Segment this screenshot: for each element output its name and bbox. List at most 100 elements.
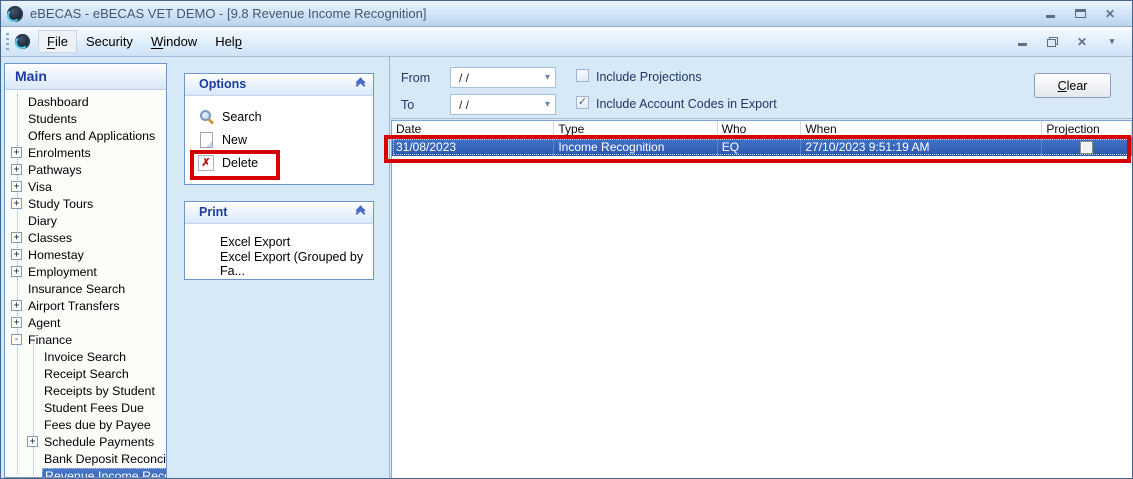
delete-button-label: Delete bbox=[222, 156, 258, 170]
expander-plus-icon[interactable]: + bbox=[11, 232, 22, 243]
minimize-icon bbox=[1018, 43, 1027, 46]
column-header-who[interactable]: Who bbox=[718, 121, 802, 137]
delete-button[interactable]: ✗Delete bbox=[185, 151, 373, 174]
collapse-chevron-icon[interactable] bbox=[355, 79, 365, 91]
expander-plus-icon[interactable]: + bbox=[27, 436, 38, 447]
sidebar-item-schedule-payments[interactable]: +Schedule Payments bbox=[5, 433, 166, 450]
options-items: Search New ✗Delete bbox=[185, 96, 373, 174]
search-button-label: Search bbox=[222, 110, 262, 124]
sidebar-item-dashboard[interactable]: Dashboard bbox=[5, 93, 166, 110]
to-label: To bbox=[401, 98, 414, 112]
expander-plus-icon[interactable]: + bbox=[11, 317, 22, 328]
print-items: Excel Export Excel Export (Grouped by Fa.… bbox=[185, 224, 373, 275]
tree-item-label: Employment bbox=[26, 264, 99, 280]
sidebar-item-fees-due-by-payee[interactable]: Fees due by Payee bbox=[5, 416, 166, 433]
include-projections-checkbox[interactable] bbox=[576, 69, 589, 82]
print-item-label: Excel Export bbox=[220, 235, 290, 249]
sidebar-item-diary[interactable]: Diary bbox=[5, 212, 166, 229]
mdi-restore-button[interactable] bbox=[1044, 35, 1060, 49]
clear-button-label: lear bbox=[1067, 79, 1088, 93]
print-panel-header[interactable]: Print bbox=[185, 202, 373, 224]
sidebar-item-finance[interactable]: -Finance bbox=[5, 331, 166, 348]
chevron-down-icon[interactable]: ▾ bbox=[545, 99, 555, 110]
projection-checkbox[interactable] bbox=[1080, 141, 1093, 154]
tree-item-label: Student Fees Due bbox=[42, 400, 146, 416]
sidebar-item-revenue-income-recogr[interactable]: Revenue Income Recogr bbox=[5, 467, 166, 477]
sidebar-item-employment[interactable]: + Employment bbox=[5, 263, 166, 280]
expander-plus-icon[interactable]: + bbox=[11, 266, 22, 277]
expander-plus-icon[interactable]: + bbox=[11, 198, 22, 209]
options-panel-title: Options bbox=[199, 77, 246, 91]
sidebar-item-visa[interactable]: +Visa bbox=[5, 178, 166, 195]
from-date-value: / / bbox=[459, 71, 469, 85]
include-account-codes-checkbox[interactable]: ✓ bbox=[576, 96, 589, 109]
mdi-close-button[interactable]: ✕ bbox=[1074, 35, 1090, 49]
window-title: eBECAS - eBECAS VET DEMO - [9.8 Revenue … bbox=[30, 6, 426, 21]
maximize-icon bbox=[1075, 9, 1086, 18]
cell-when: 27/10/2023 9:51:19 AM bbox=[801, 138, 1042, 156]
tree-item-label: Diary bbox=[26, 213, 59, 229]
include-projections-label: Include Projections bbox=[596, 70, 702, 84]
sidebar-item-enrolments[interactable]: + Enrolments bbox=[5, 144, 166, 161]
from-date-combobox[interactable]: / / ▾ bbox=[450, 67, 556, 88]
table-row[interactable]: 31/08/2023Income RecognitionEQ27/10/2023… bbox=[392, 138, 1132, 156]
sidebar-item-airport-transfers[interactable]: +Airport Transfers bbox=[5, 297, 166, 314]
new-button-label: New bbox=[222, 133, 247, 147]
toolbar-grip[interactable] bbox=[6, 33, 9, 51]
mdi-controls: ✕ ▾ bbox=[1014, 35, 1128, 49]
menu-item-file[interactable]: File bbox=[38, 30, 77, 53]
mdi-minimize-button[interactable] bbox=[1014, 35, 1030, 49]
chevron-down-icon[interactable]: ▾ bbox=[545, 72, 555, 83]
excel-export-grouped-by-fa-button[interactable]: Excel Export (Grouped by Fa... bbox=[185, 253, 373, 275]
expander-plus-icon[interactable]: + bbox=[11, 300, 22, 311]
sidebar-item-students[interactable]: Students bbox=[5, 110, 166, 127]
minimize-button[interactable] bbox=[1042, 7, 1058, 21]
tree-item-label: Students bbox=[26, 111, 79, 127]
tree-item-label: Classes bbox=[26, 230, 74, 246]
menu-item-window[interactable]: Window bbox=[142, 30, 206, 53]
maximize-button[interactable] bbox=[1072, 7, 1088, 21]
column-header-date[interactable]: Date bbox=[392, 121, 554, 137]
search-button[interactable]: Search bbox=[185, 105, 373, 128]
column-header-projection[interactable]: Projection bbox=[1042, 121, 1132, 137]
column-header-when[interactable]: When bbox=[801, 121, 1042, 137]
column-header-type[interactable]: Type bbox=[554, 121, 717, 137]
tree-item-label: Enrolments bbox=[26, 145, 93, 161]
app-window: eBECAS - eBECAS VET DEMO - [9.8 Revenue … bbox=[0, 0, 1133, 479]
tree-item-label: Fees due by Payee bbox=[42, 417, 153, 433]
sidebar-item-classes[interactable]: + Classes bbox=[5, 229, 166, 246]
menu-item-help[interactable]: Help bbox=[206, 30, 251, 53]
cell-who: EQ bbox=[718, 138, 802, 156]
title-bar: eBECAS - eBECAS VET DEMO - [9.8 Revenue … bbox=[1, 1, 1132, 27]
sidebar-item-receipts-by-student[interactable]: Receipts by Student bbox=[5, 382, 166, 399]
collapse-chevron-icon[interactable] bbox=[355, 207, 365, 219]
sidebar-item-invoice-search[interactable]: Invoice Search bbox=[5, 348, 166, 365]
sidebar-item-study-tours[interactable]: +Study Tours bbox=[5, 195, 166, 212]
expander-minus-icon[interactable]: - bbox=[11, 334, 22, 345]
menu-item-security[interactable]: Security bbox=[77, 30, 142, 53]
close-button[interactable]: ✕ bbox=[1102, 7, 1118, 21]
sidebar-item-homestay[interactable]: + Homestay bbox=[5, 246, 166, 263]
sidebar-item-pathways[interactable]: + Pathways bbox=[5, 161, 166, 178]
to-date-combobox[interactable]: / / ▾ bbox=[450, 94, 556, 115]
toolbar-options-caret[interactable]: ▾ bbox=[1104, 35, 1120, 49]
expander-plus-icon[interactable]: + bbox=[11, 181, 22, 192]
grid-header-row: DateTypeWhoWhenProjection bbox=[392, 121, 1132, 138]
sidebar-item-receipt-search[interactable]: Receipt Search bbox=[5, 365, 166, 382]
tree-item-label: Homestay bbox=[26, 247, 86, 263]
expander-plus-icon[interactable]: + bbox=[11, 164, 22, 175]
sidebar-item-insurance-search[interactable]: Insurance Search bbox=[5, 280, 166, 297]
clear-button[interactable]: Clear bbox=[1034, 73, 1111, 98]
tree-item-label: Pathways bbox=[26, 162, 84, 178]
sidebar-item-offers-and-applications[interactable]: Offers and Applications bbox=[5, 127, 166, 144]
app-logo-icon bbox=[7, 6, 23, 22]
options-panel-header[interactable]: Options bbox=[185, 74, 373, 96]
tree-item-label: Finance bbox=[26, 332, 74, 348]
sidebar-item-bank-deposit-reconciliati[interactable]: Bank Deposit Reconciliati bbox=[5, 450, 166, 467]
expander-plus-icon[interactable]: + bbox=[11, 249, 22, 260]
expander-plus-icon[interactable]: + bbox=[11, 147, 22, 158]
sidebar-item-agent[interactable]: +Agent bbox=[5, 314, 166, 331]
sidebar-item-student-fees-due[interactable]: Student Fees Due bbox=[5, 399, 166, 416]
tree-item-label: Insurance Search bbox=[26, 281, 127, 297]
new-button[interactable]: New bbox=[185, 128, 373, 151]
